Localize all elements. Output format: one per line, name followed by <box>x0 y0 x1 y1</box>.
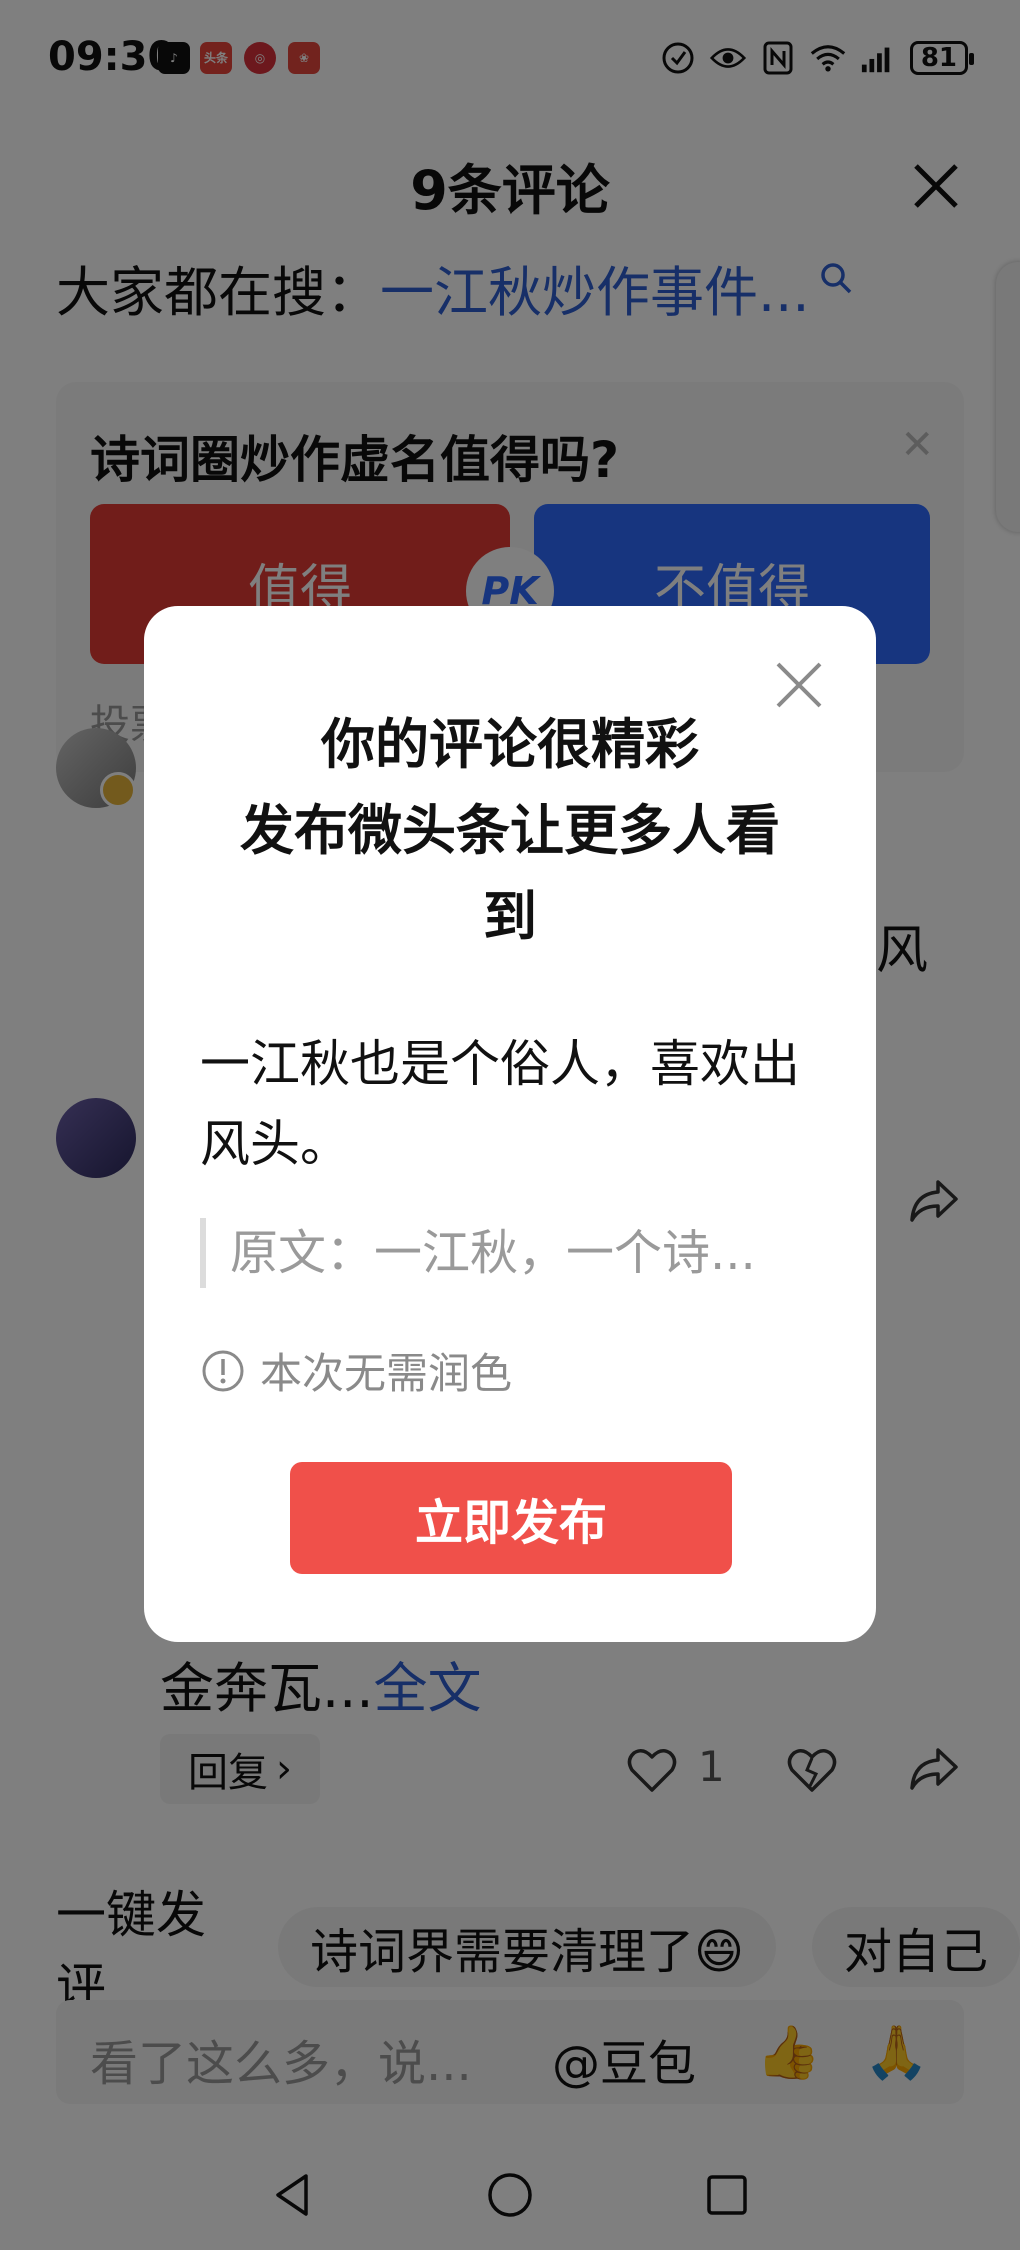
publish-micro-post-dialog: 你的评论很精彩 发布微头条让更多人看 到 一江秋也是个俗人，喜欢出风头。 原文：… <box>144 606 876 1642</box>
dialog-title-line: 发布微头条让更多人看 <box>240 799 780 862</box>
info-icon <box>202 1350 244 1391</box>
dialog-title: 你的评论很精彩 发布微头条让更多人看 到 <box>184 702 836 960</box>
original-post-quote: 原文：一江秋，一个诗... <box>200 1218 820 1288</box>
publish-now-button[interactable]: 立即发布 <box>290 1462 732 1574</box>
polish-note: 本次无需润色 <box>200 1340 512 1401</box>
polish-note-text: 本次无需润色 <box>260 1349 513 1398</box>
comment-preview-text: 一江秋也是个俗人，喜欢出风头。 <box>200 1035 800 1173</box>
dialog-title-line: 你的评论很精彩 <box>321 713 699 776</box>
dialog-title-line: 到 <box>483 885 537 948</box>
